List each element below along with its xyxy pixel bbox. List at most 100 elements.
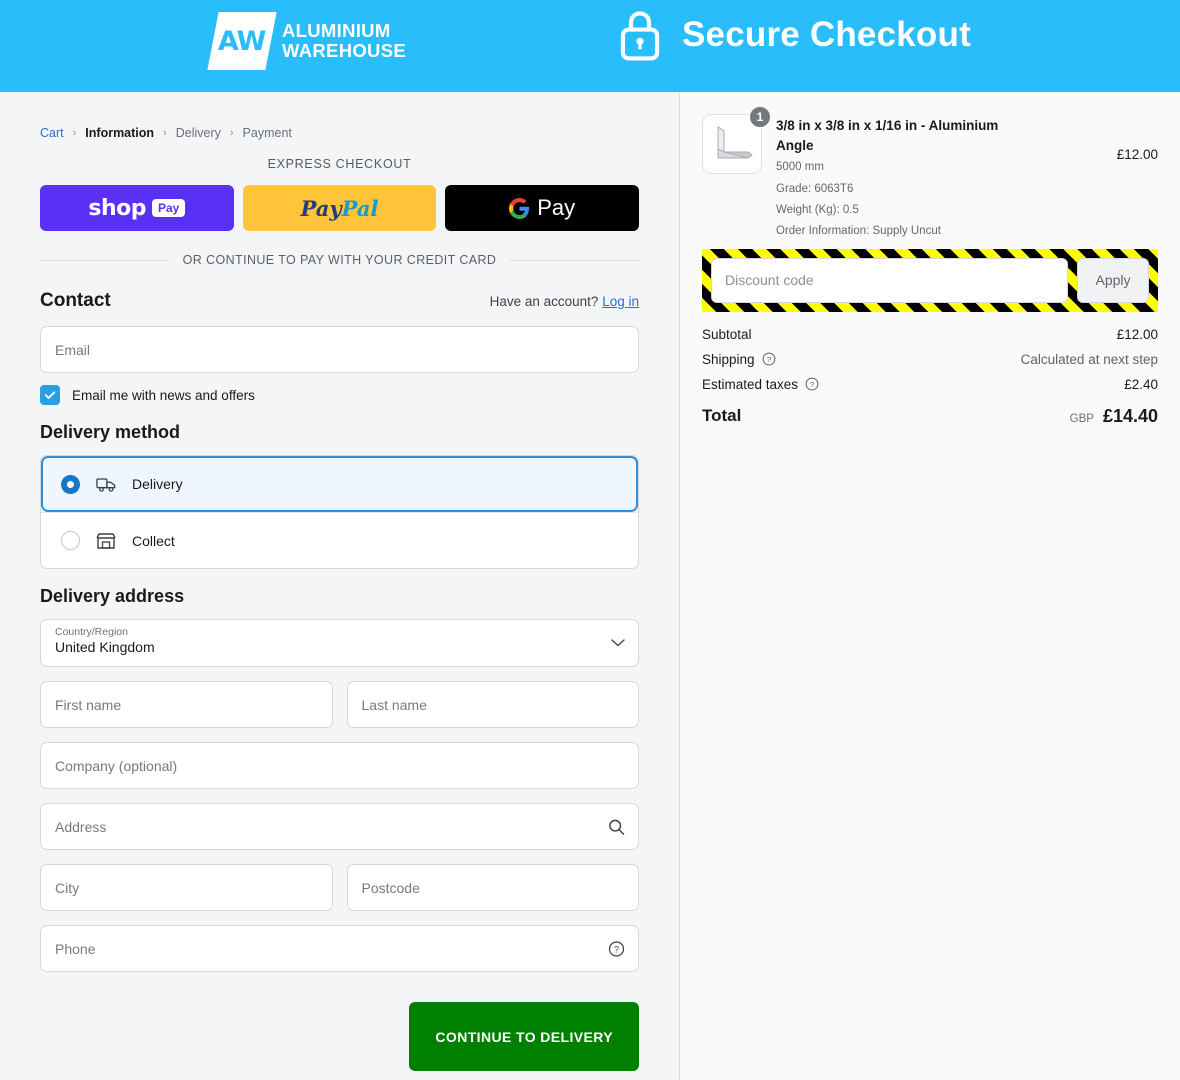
- discount-code-input[interactable]: [711, 257, 1068, 303]
- delivery-method-options: Delivery Collect: [40, 455, 639, 569]
- chevron-right-icon: ›: [72, 127, 77, 139]
- postcode-wrap: [346, 864, 639, 911]
- checkout-form-column: Cart › Information › Delivery › Payment …: [0, 92, 679, 1080]
- city-wrap: [40, 864, 333, 911]
- newsletter-label: Email me with news and offers: [72, 387, 255, 403]
- country-label: Country/Region: [55, 626, 128, 638]
- shop-pay-chip: Pay: [151, 199, 186, 217]
- product-price: £12.00: [1116, 147, 1158, 162]
- order-line-item: 1 3/8 in x 3/8 in x 1/16 in - Aluminium …: [702, 92, 1158, 241]
- taxes-label-wrap: Estimated taxes ?: [702, 377, 819, 392]
- apply-discount-button[interactable]: Apply: [1077, 257, 1149, 303]
- brand-line-2: WAREHOUSE: [282, 40, 406, 61]
- subtotal-label: Subtotal: [702, 326, 752, 342]
- secure-checkout-title: Secure Checkout: [682, 15, 971, 54]
- company-input[interactable]: [40, 742, 639, 789]
- subtotal-value: £12.00: [1116, 326, 1158, 342]
- account-prompt-text: Have an account?: [489, 294, 599, 309]
- brand-line-1: ALUMINIUM: [282, 19, 391, 41]
- google-g-icon: [509, 197, 530, 219]
- total-label: Total: [702, 406, 742, 426]
- first-name-wrap: [40, 681, 333, 728]
- last-name-input[interactable]: [346, 681, 639, 728]
- phone-input[interactable]: [40, 925, 639, 972]
- storefront-icon: [96, 532, 116, 549]
- shipping-row: Shipping ? Calculated at next step: [702, 347, 1158, 372]
- product-weight: Weight (Kg): 0.5: [776, 203, 859, 216]
- postcode-input[interactable]: [346, 864, 639, 911]
- contact-title: Contact: [40, 290, 111, 311]
- chevron-down-icon: [611, 639, 625, 647]
- logo-initials: AW: [218, 25, 266, 57]
- city-input[interactable]: [40, 864, 333, 911]
- chevron-right-icon: ›: [229, 127, 234, 139]
- address-input[interactable]: [40, 803, 639, 850]
- product-details: 3/8 in x 3/8 in x 1/16 in - Aluminium An…: [776, 114, 1103, 241]
- company-field-wrap: [40, 742, 639, 789]
- help-circle-icon[interactable]: ?: [762, 352, 776, 366]
- delivery-option-label: Delivery: [132, 476, 183, 492]
- divider-line-right: [510, 259, 639, 261]
- shop-pay-button[interactable]: shop Pay: [40, 185, 234, 231]
- taxes-row: Estimated taxes ? £2.40: [702, 372, 1158, 397]
- breadcrumb-cart[interactable]: Cart: [40, 126, 64, 140]
- submit-row: CONTINUE TO DELIVERY: [40, 1002, 639, 1071]
- newsletter-checkbox-row[interactable]: Email me with news and offers: [40, 385, 639, 405]
- radio-delivery[interactable]: [61, 474, 80, 494]
- delivery-address-title: Delivery address: [40, 586, 185, 606]
- express-checkout-buttons: shop Pay Pay Pal Pay: [40, 185, 640, 231]
- continue-to-delivery-button[interactable]: CONTINUE TO DELIVERY: [409, 1002, 639, 1071]
- credit-card-divider: OR CONTINUE TO PAY WITH YOUR CREDIT CARD: [40, 253, 639, 267]
- login-link[interactable]: Log in: [602, 294, 639, 309]
- google-pay-label: Pay: [537, 195, 576, 220]
- brand-logo[interactable]: AW ALUMINIUM WAREHOUSE: [207, 12, 406, 70]
- newsletter-checkbox[interactable]: [40, 385, 60, 405]
- check-icon: [44, 391, 56, 399]
- search-icon[interactable]: [608, 818, 625, 835]
- last-name-wrap: [346, 681, 639, 728]
- delivery-option-collect[interactable]: Collect: [41, 512, 638, 568]
- country-value: United Kingdom: [55, 639, 155, 655]
- divider-label: OR CONTINUE TO PAY WITH YOUR CREDIT CARD: [182, 253, 497, 267]
- breadcrumb-information: Information: [85, 126, 155, 140]
- product-grade: Grade: 6063T6: [776, 182, 854, 195]
- quantity-badge: 1: [749, 106, 771, 128]
- breadcrumb-delivery: Delivery: [175, 126, 221, 140]
- collect-option-label: Collect: [132, 532, 175, 549]
- total-value-wrap: GBP £14.40: [1070, 406, 1158, 427]
- product-name: 3/8 in x 3/8 in x 1/16 in - Aluminium An…: [776, 118, 999, 153]
- phone-field-wrap: ?: [40, 925, 639, 972]
- shipping-label: Shipping: [702, 351, 755, 367]
- first-name-input[interactable]: [40, 681, 333, 728]
- brand-name: ALUMINIUM WAREHOUSE: [282, 19, 406, 62]
- svg-text:?: ?: [614, 944, 619, 954]
- svg-text:?: ?: [810, 380, 815, 389]
- chevron-right-icon: ›: [163, 127, 167, 139]
- aw-logo-icon: AW: [207, 12, 277, 70]
- subtotal-row: Subtotal £12.00: [702, 322, 1158, 347]
- contact-section-header: Contact Have an account? Log in: [40, 290, 639, 312]
- shop-pay-label: shop: [88, 195, 146, 221]
- product-order-information: Order Information: Supply Uncut: [776, 225, 941, 238]
- paypal-label-pal: Pal: [341, 195, 379, 221]
- product-length: 5000 mm: [776, 161, 824, 174]
- paypal-button[interactable]: Pay Pal: [242, 185, 437, 231]
- address-field-wrap: [40, 803, 639, 850]
- order-totals: Subtotal £12.00 Shipping ? Calculated at…: [702, 322, 1158, 432]
- taxes-label: Estimated taxes: [702, 376, 799, 392]
- radio-collect[interactable]: [61, 531, 80, 550]
- site-header: AW ALUMINIUM WAREHOUSE Secure Checkout: [0, 0, 1180, 92]
- delivery-method-title: Delivery method: [40, 422, 181, 442]
- help-circle-icon[interactable]: ?: [608, 940, 625, 957]
- lock-icon: [620, 11, 660, 61]
- delivery-option-delivery[interactable]: Delivery: [41, 456, 638, 512]
- order-summary-column: 1 3/8 in x 3/8 in x 1/16 in - Aluminium …: [679, 92, 1180, 1080]
- total-amount: £14.40: [1102, 405, 1158, 426]
- country-select[interactable]: Country/Region United Kingdom: [40, 619, 639, 667]
- google-pay-button[interactable]: Pay: [445, 185, 640, 231]
- help-circle-icon[interactable]: ?: [805, 377, 819, 391]
- email-input[interactable]: [40, 326, 639, 373]
- divider-line-left: [40, 259, 169, 261]
- discount-code-row: Apply: [711, 257, 1149, 303]
- grand-total-row: Total GBP £14.40: [702, 397, 1158, 432]
